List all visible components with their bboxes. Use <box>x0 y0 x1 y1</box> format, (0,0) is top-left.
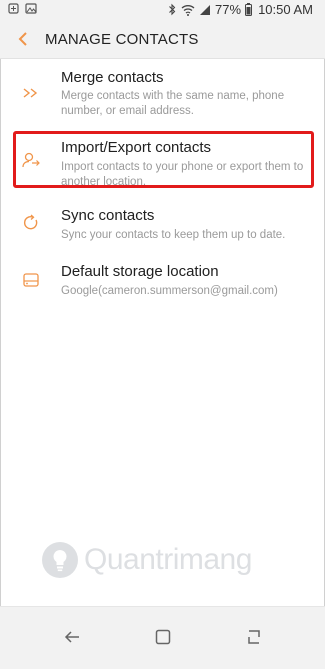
watermark: Quantrimang <box>40 540 252 580</box>
status-right-icons: 77% 10:50 AM <box>168 2 313 17</box>
app-header: MANAGE CONTACTS <box>0 22 325 59</box>
wifi-icon <box>181 4 195 16</box>
item-description: Sync your contacts to keep them up to da… <box>61 229 286 241</box>
bluetooth-icon <box>169 3 176 16</box>
battery-percent: 77% <box>215 2 242 17</box>
battery-icon <box>245 3 253 16</box>
status-bar: 77% 10:50 AM <box>0 0 325 22</box>
item-description: Google(cameron.summerson@gmail.com) <box>61 285 278 297</box>
item-label: Sync contacts <box>61 207 155 224</box>
storage-icon <box>23 273 39 287</box>
back-nav-icon[interactable] <box>62 627 82 647</box>
lightbulb-logo-icon <box>42 542 78 578</box>
watermark-text: Quantrimang <box>84 543 252 576</box>
page-title: MANAGE CONTACTS <box>45 31 199 48</box>
signal-icon <box>200 4 211 15</box>
gallery-icon <box>25 3 37 14</box>
status-left-icons <box>8 3 37 14</box>
home-nav-icon[interactable] <box>153 627 173 647</box>
navigation-bar <box>0 606 325 669</box>
back-arrow-icon[interactable] <box>14 29 34 49</box>
item-label: Default storage location <box>61 263 219 280</box>
item-description: Merge contacts with the same name, phone… <box>61 90 285 117</box>
highlight-box <box>13 131 314 188</box>
item-label: Merge contacts <box>61 69 164 86</box>
notification-icon <box>8 3 19 14</box>
list-item-merge-contacts[interactable]: Merge contacts Merge contacts with the s… <box>0 60 325 122</box>
list-item-sync-contacts[interactable]: Sync contacts Sync your contacts to keep… <box>0 200 325 246</box>
sync-icon <box>23 214 38 230</box>
clock: 10:50 AM <box>258 2 313 17</box>
recent-apps-icon[interactable] <box>244 627 264 647</box>
list-item-default-storage[interactable]: Default storage location Google(cameron.… <box>0 256 325 302</box>
merge-icon <box>23 88 38 98</box>
